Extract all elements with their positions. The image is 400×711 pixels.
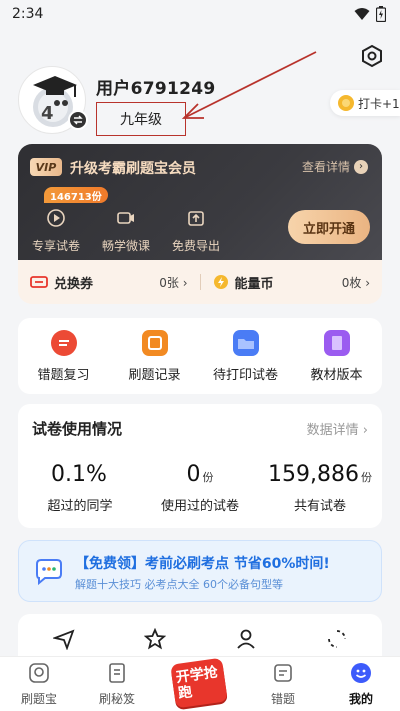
- tab-label-1: 刷题宝: [20, 691, 57, 706]
- grade-selector[interactable]: 九年级: [96, 102, 186, 136]
- promo-subtitle: 解题十大技巧 必考点大全 60个必备句型等: [75, 578, 283, 591]
- stat-label-1: 超过的同学: [47, 499, 113, 514]
- open-vip-button[interactable]: 立即开通: [288, 210, 370, 244]
- quick-practice-record[interactable]: 刷题记录: [115, 329, 195, 383]
- quick-label-3: 待打印试卷: [212, 367, 278, 383]
- status-icons: [354, 6, 386, 22]
- perk-free-export[interactable]: 免费导出: [164, 208, 228, 254]
- perk-exclusive-papers[interactable]: 专享试卷: [24, 208, 88, 254]
- tab-mistakes[interactable]: 错题: [253, 662, 313, 707]
- username: 用户6791249: [96, 79, 216, 99]
- loading-icon[interactable]: [326, 628, 348, 650]
- vip-card: VIP 升级考霸刷题宝会员 查看详情 › 146713份 专享试卷 畅学微课 免…: [18, 144, 382, 304]
- usage-title: 试卷使用情况: [32, 420, 123, 438]
- tab-label-5: 我的: [348, 691, 373, 706]
- tab-label-2: 刷秘笈: [98, 691, 135, 706]
- tab-practice[interactable]: 刷题宝: [9, 662, 69, 707]
- smiley-face-icon: [351, 662, 371, 683]
- star-icon[interactable]: [143, 628, 166, 650]
- bottom-tab-bar: 刷题宝 刷秘笈 开学抢跑 错题 我的: [0, 656, 400, 711]
- back-to-school-logo: 开学抢跑: [170, 657, 228, 709]
- battery-icon: [376, 6, 386, 22]
- record-icon: [141, 329, 168, 356]
- energy-label: 能量币: [234, 276, 274, 292]
- notebook-icon: [109, 662, 125, 683]
- perk-label-1: 专享试卷: [31, 239, 80, 253]
- tab-secrets[interactable]: 刷秘笈: [87, 662, 147, 707]
- export-icon: [188, 211, 204, 226]
- person-icon[interactable]: [235, 628, 257, 650]
- ticket-icon: [30, 276, 48, 288]
- video-icon: [117, 212, 134, 224]
- quick-label-2: 刷题记录: [128, 367, 181, 383]
- tab-label-4: 错题: [270, 691, 295, 706]
- tab-back-to-school[interactable]: 开学抢跑: [165, 657, 235, 709]
- mistake-book-icon: [274, 663, 292, 682]
- stat-value-3: 159,886: [268, 462, 359, 487]
- quick-print-queue[interactable]: 待打印试卷: [206, 329, 286, 383]
- perk-label-3: 免费导出: [171, 239, 220, 253]
- checkin-label: 打卡+1: [358, 96, 400, 111]
- stat-value-1: 0.1%: [51, 462, 107, 487]
- folder-icon: [232, 329, 259, 356]
- promo-banner[interactable]: 【免费领】考前必刷考点 节省60%时间! 解题十大技巧 必考点大全 60个必备句…: [18, 540, 382, 602]
- play-lock-icon: [47, 209, 65, 227]
- stat-total-papers: 159,886 份 共有试卷: [260, 462, 380, 514]
- stat-label-3: 共有试卷: [293, 499, 346, 514]
- voucher-row[interactable]: 兑换券 0张 ›: [18, 260, 200, 304]
- vip-wallet-row: 兑换券 0张 › 能量币 0枚 ›: [18, 260, 382, 304]
- stat-percentile: 0.1% 超过的同学: [20, 462, 140, 514]
- voucher-value: 0张: [159, 275, 179, 290]
- quick-textbook-version[interactable]: 教材版本: [297, 329, 377, 383]
- stat-label-2: 使用过的试卷: [160, 499, 239, 514]
- chevron-right-icon: ›: [354, 159, 368, 174]
- checkin-button[interactable]: 打卡+1: [330, 90, 400, 116]
- perk-micro-courses[interactable]: 畅学微课: [94, 208, 158, 254]
- coin-icon: [338, 95, 354, 111]
- quick-label-1: 错题复习: [37, 367, 90, 383]
- perk-label-2: 畅学微课: [101, 239, 150, 253]
- tab-me[interactable]: 我的: [331, 662, 391, 707]
- voucher-label: 兑换券: [54, 276, 94, 292]
- promo-title: 【免费领】考前必刷考点 节省60%时间!: [75, 556, 330, 572]
- vip-tag: VIP: [30, 158, 62, 176]
- status-bar: 2:34: [0, 0, 400, 28]
- wifi-icon: [354, 8, 370, 20]
- vip-title: 升级考霸刷题宝会员: [70, 161, 196, 177]
- send-icon[interactable]: [52, 628, 75, 650]
- vip-banner[interactable]: VIP 升级考霸刷题宝会员 查看详情 › 146713份 专享试卷 畅学微课 免…: [18, 144, 382, 260]
- stat-value-2: 0: [186, 462, 201, 487]
- book-icon: [323, 329, 350, 356]
- energy-value: 0枚: [341, 275, 362, 290]
- profile-header: 4 用户6791249 九年级: [18, 66, 382, 136]
- energy-row[interactable]: 能量币 0枚 ›: [201, 260, 383, 304]
- energy-coin-icon: [213, 275, 228, 289]
- magnifier-box-icon: [29, 662, 49, 683]
- svg-text:4: 4: [41, 103, 54, 124]
- quick-label-4: 教材版本: [310, 367, 363, 383]
- vip-detail-label: 查看详情: [301, 160, 350, 174]
- quick-mistake-review[interactable]: 错题复习: [24, 329, 104, 383]
- chat-bubble-icon: [36, 559, 62, 586]
- vip-detail-link[interactable]: 查看详情 ›: [302, 158, 368, 175]
- usage-detail-link[interactable]: 数据详情 ›: [307, 419, 368, 438]
- stat-used-papers: 0份 使用过的试卷: [140, 462, 260, 514]
- status-time: 2:34: [12, 6, 44, 22]
- switch-account-icon[interactable]: [68, 110, 88, 130]
- paper-usage-card: 试卷使用情况 数据详情 › 0.1% 超过的同学 0份 使用过的试卷 159,8…: [18, 404, 382, 528]
- paper-count-badge: 146713份: [44, 187, 108, 203]
- review-icon: [50, 329, 77, 356]
- quick-actions: 错题复习 刷题记录 待打印试卷 教材版本: [18, 318, 382, 394]
- settings-hex-icon[interactable]: [360, 44, 384, 68]
